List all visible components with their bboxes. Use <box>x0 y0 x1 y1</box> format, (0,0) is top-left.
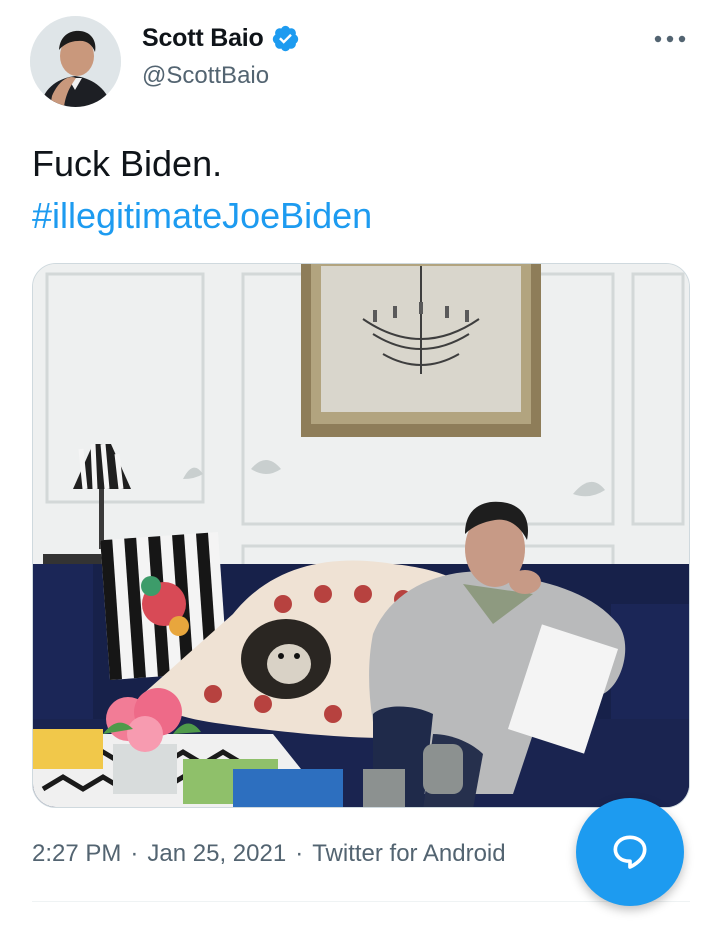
compose-reply-button[interactable] <box>576 798 684 906</box>
reply-bubble-icon <box>613 835 647 869</box>
tweet-photo[interactable] <box>32 263 690 808</box>
avatar[interactable] <box>30 16 121 107</box>
hashtag-link[interactable]: #illegitimateJoeBiden <box>32 190 372 242</box>
tweet: Scott Baio @ScottBaio Fuck Biden. #illeg… <box>0 0 708 929</box>
tweet-text-line: Fuck Biden. <box>32 143 223 184</box>
tweet-source[interactable]: Twitter for Android <box>312 840 505 867</box>
author-name-row[interactable]: Scott Baio <box>142 24 300 53</box>
author-handle[interactable]: @ScottBaio <box>142 62 269 90</box>
tweet-meta: 2:27 PM · Jan 25, 2021 · Twitter for Android <box>32 840 506 868</box>
verified-badge-icon <box>271 24 300 53</box>
meta-separator: · <box>295 840 304 867</box>
tweet-text: Fuck Biden. #illegitimateJoeBiden <box>32 138 372 242</box>
tweet-date[interactable]: Jan 25, 2021 <box>147 840 286 867</box>
display-name[interactable]: Scott Baio <box>142 24 264 53</box>
more-horizontal-icon <box>654 35 686 43</box>
profile-photo <box>30 16 121 107</box>
divider <box>32 901 690 902</box>
tweet-time[interactable]: 2:27 PM <box>32 840 121 867</box>
living-room-photo <box>33 264 689 807</box>
meta-separator: · <box>130 840 139 867</box>
more-options-button[interactable] <box>650 24 690 54</box>
